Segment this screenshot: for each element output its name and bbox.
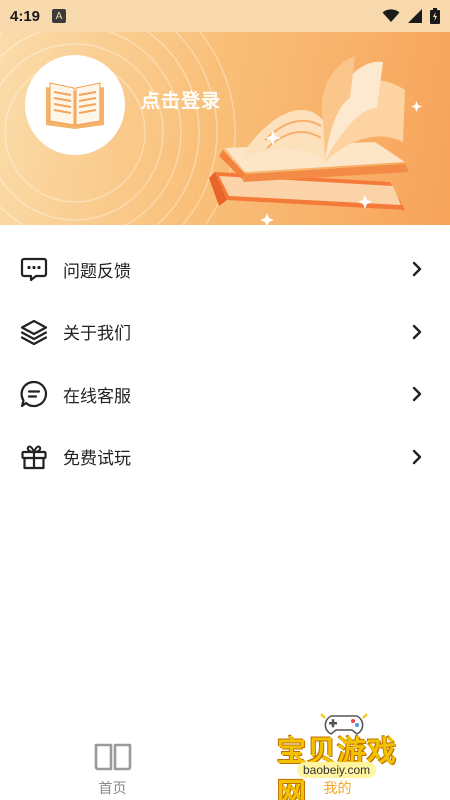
tab-label-home: 首页 — [98, 781, 127, 797]
open-book-icon — [46, 82, 104, 129]
menu-label-feedback: 问题反馈 — [63, 261, 131, 282]
status-indicators — [382, 8, 440, 24]
book-illustration — [209, 56, 422, 225]
chevron-right-icon — [412, 387, 422, 402]
tab-home[interactable]: 首页 — [0, 732, 225, 800]
menu-label-about: 关于我们 — [63, 324, 131, 345]
chat-dots-icon — [20, 258, 48, 282]
status-bar: 4:19 A — [0, 0, 450, 32]
chevron-right-icon — [412, 449, 422, 464]
signal-icon — [408, 9, 422, 23]
profile-header: 点击登录 — [0, 32, 450, 225]
chevron-right-icon — [412, 262, 422, 277]
menu-item-feedback[interactable]: 问题反馈 — [0, 238, 450, 301]
status-time: 4:19 — [10, 7, 41, 25]
menu-label-customer-service: 在线客服 — [63, 386, 131, 407]
avatar[interactable] — [25, 55, 125, 155]
layers-icon — [20, 319, 48, 345]
chevron-right-icon — [412, 324, 422, 339]
wifi-icon — [382, 9, 400, 22]
menu-item-customer-service[interactable]: 在线客服 — [0, 363, 450, 426]
watermark-url: baobeiy.com — [297, 762, 377, 778]
gift-icon — [21, 445, 47, 469]
app-notification-icon: A — [52, 9, 67, 23]
menu-item-free-trial[interactable]: 免费试玩 — [0, 426, 450, 489]
settings-menu: 问题反馈 关于我们 在线客服 免费试玩 — [0, 238, 450, 488]
battery-icon — [430, 8, 440, 24]
menu-item-about[interactable]: 关于我们 — [0, 301, 450, 364]
message-lines-icon — [20, 381, 48, 408]
watermark: 宝贝游戏网 baobeiy.com — [275, 712, 420, 800]
menu-label-free-trial: 免费试玩 — [63, 449, 131, 470]
book-icon — [94, 743, 132, 771]
